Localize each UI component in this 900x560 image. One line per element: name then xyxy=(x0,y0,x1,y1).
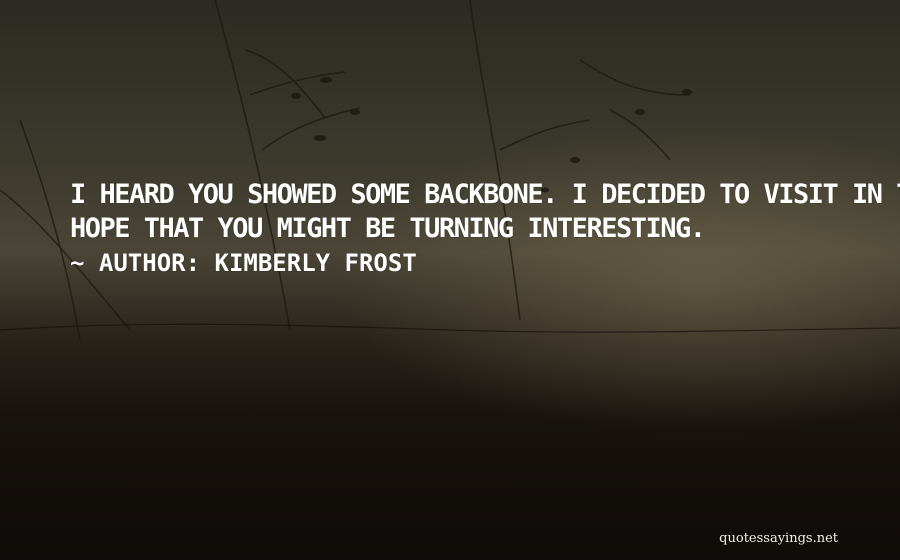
quote-image: I HEARD YOU SHOWED SOME BACKBONE. I DECI… xyxy=(0,0,900,560)
site-watermark: quotessayings.net xyxy=(719,531,838,546)
quote-author: ~ AUTHOR: KIMBERLY FROST xyxy=(70,249,417,277)
quote-text: I HEARD YOU SHOWED SOME BACKBONE. I DECI… xyxy=(70,178,900,280)
quote-line-1: I HEARD YOU SHOWED SOME BACKBONE. I DECI… xyxy=(70,179,900,210)
quote-line-2: HOPE THAT YOU MIGHT BE TURNING INTERESTI… xyxy=(70,213,706,244)
silhouette-plants xyxy=(0,0,900,341)
